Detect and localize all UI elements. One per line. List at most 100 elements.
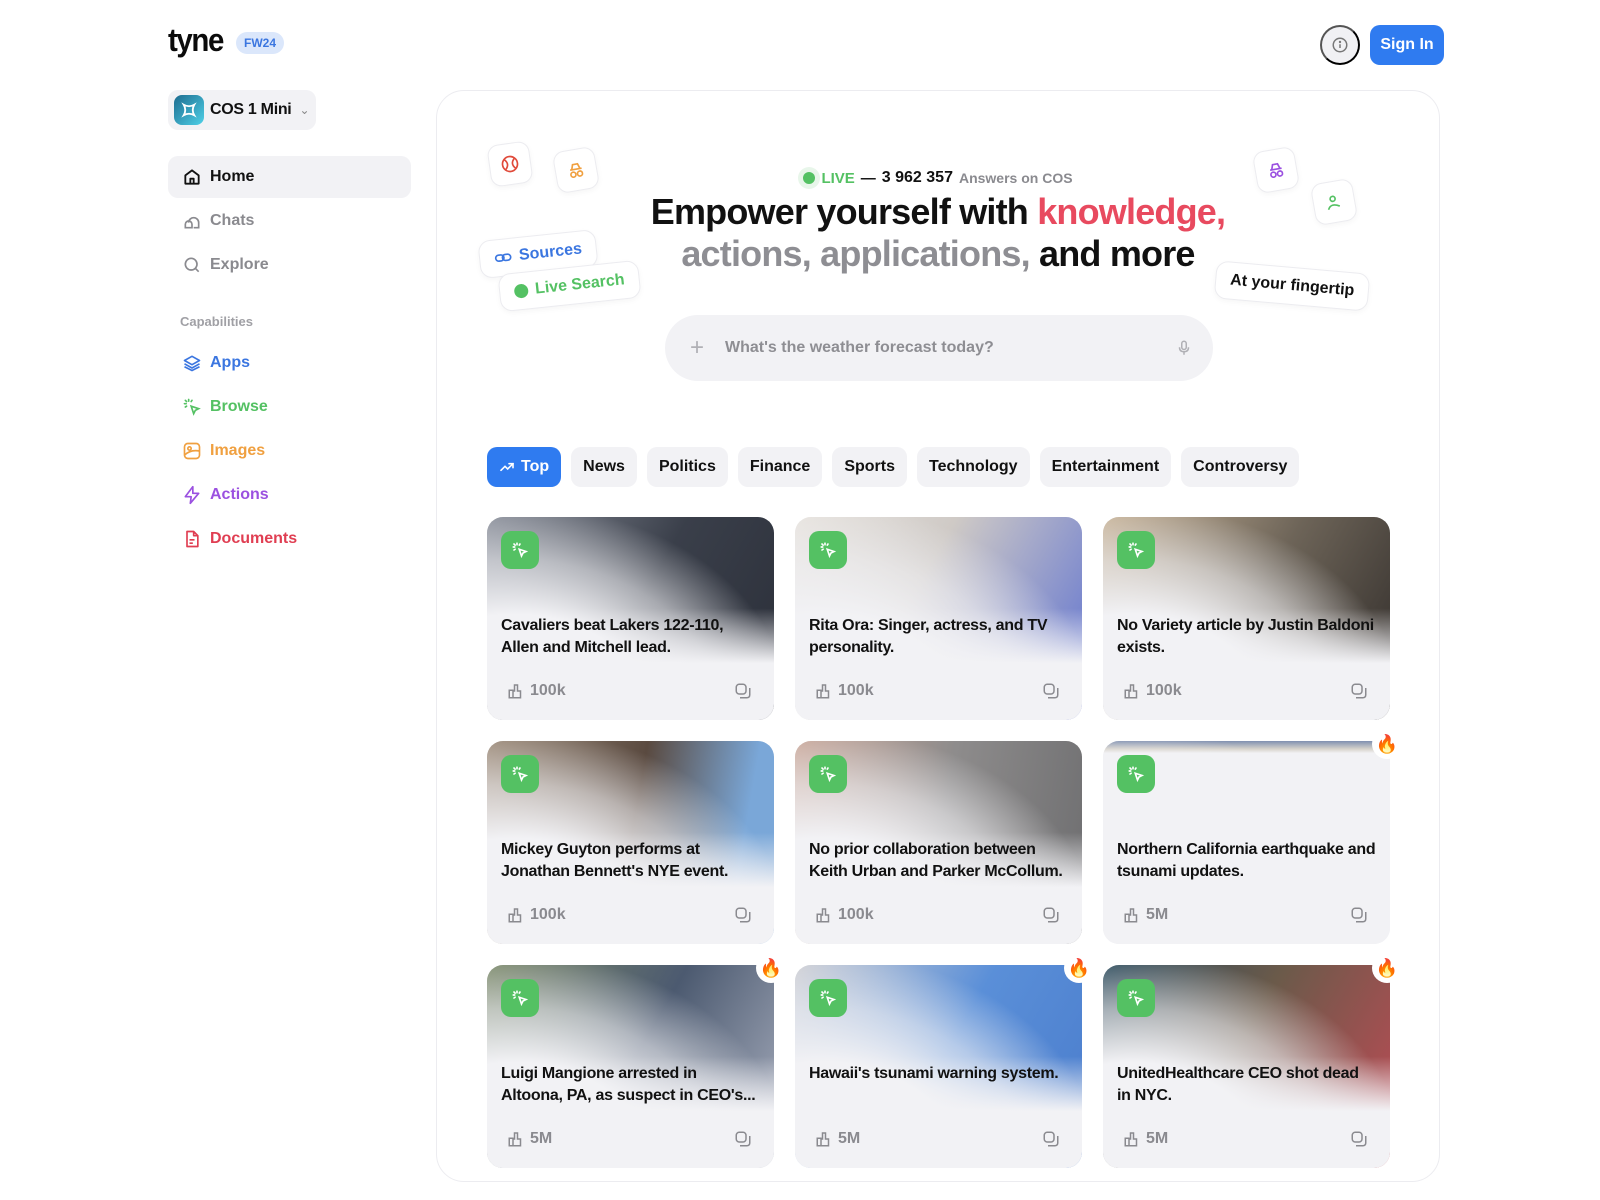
copy-icon[interactable] [1350,1130,1368,1148]
thumbs-up-icon [508,1132,522,1147]
cursor-click-icon [1128,766,1145,783]
version-badge: FW24 [236,32,285,54]
search-icon [184,257,200,273]
likes-count: 5M [838,1130,861,1147]
fire-icon: 🔥 [1372,729,1402,759]
info-icon [1332,37,1348,53]
browse-badge [809,531,847,569]
copy-icon[interactable] [734,906,752,924]
news-card[interactable]: UnitedHealthcare CEO shot dead in NYC. 5… [1103,953,1402,1168]
info-button[interactable] [1320,25,1360,65]
model-selector[interactable]: COS 1 Mini ⌄ [168,90,316,130]
microphone-icon[interactable] [1175,339,1193,357]
sidebar-item-explore[interactable]: Explore [168,244,411,286]
card-title: Luigi Mangione arrested in Altoona, PA, … [501,1065,756,1104]
like-button[interactable]: 100k [815,906,874,924]
tab-politics[interactable]: Politics [646,447,728,487]
like-button[interactable]: 100k [507,906,566,924]
card-title: Northern California earthquake and tsuna… [1117,841,1376,880]
cursor-click-icon [183,398,201,416]
cursor-click-icon [1128,542,1145,559]
news-card[interactable]: Rita Ora: Singer, actress, and TV person… [795,517,1082,720]
sidebar-item-label: Explore [210,256,269,273]
copy-icon[interactable] [1350,906,1368,924]
card-title: Cavaliers beat Lakers 122-110, Allen and… [501,617,724,656]
like-button[interactable]: 100k [507,682,566,700]
trending-up-icon [500,462,514,472]
plus-icon[interactable]: + [685,334,709,362]
live-dot-icon [803,172,816,184]
browse-badge [501,755,539,793]
like-button[interactable]: 5M [507,1130,552,1148]
sidebar-item-apps[interactable]: Apps [168,341,411,385]
tab-sports[interactable]: Sports [832,447,907,487]
live-dot-icon [513,283,529,299]
thumbs-up-icon [1124,684,1138,699]
thumbs-up-icon [508,684,522,699]
tab-news[interactable]: News [571,447,637,487]
news-card[interactable]: Mickey Guyton performs at Jonathan Benne… [487,741,774,944]
tab-top[interactable]: Top [487,447,562,487]
lightning-icon [184,485,200,505]
cursor-click-icon [1128,990,1145,1007]
copy-icon[interactable] [1042,1130,1060,1148]
tab-finance[interactable]: Finance [737,447,823,487]
search-input[interactable] [725,339,1159,357]
likes-count: 100k [1146,682,1182,699]
copy-icon[interactable] [734,1130,752,1148]
hero-headline: Empower yourself with knowledge, actions… [650,191,1226,274]
sidebar-item-browse[interactable]: Browse [168,385,411,429]
news-card[interactable]: Northern California earthquake and tsuna… [1103,729,1402,944]
news-card[interactable]: Hawaii's tsunami warning system. 5M 🔥 [795,953,1094,1168]
sidebar-item-label: Browse [210,398,268,415]
browse-badge [501,531,539,569]
sidebar-item-actions[interactable]: Actions [168,473,411,517]
copy-icon[interactable] [734,682,752,700]
sidebar-item-label: Chats [210,212,255,229]
tab-controversy[interactable]: Controversy [1181,447,1300,487]
like-button[interactable]: 5M [815,1130,860,1148]
sign-in-button[interactable]: Sign In [1370,25,1444,65]
news-card[interactable]: Cavaliers beat Lakers 122-110, Allen and… [487,517,774,720]
cursor-click-icon [512,990,529,1007]
document-icon [186,530,199,548]
copy-icon[interactable] [1350,682,1368,700]
like-button[interactable]: 5M [1123,906,1168,924]
sidebar-item-home[interactable]: Home [168,156,411,198]
copy-icon[interactable] [1042,682,1060,700]
sidebar-item-label: Home [210,168,255,185]
news-card[interactable]: No Variety article by Justin Baldoni exi… [1103,517,1390,720]
news-card[interactable]: No prior collaboration between Keith Urb… [795,741,1082,944]
thumbs-up-icon [816,908,830,923]
tab-technology[interactable]: Technology [916,447,1030,487]
news-card[interactable]: Luigi Mangione arrested in Altoona, PA, … [487,953,786,1168]
cursor-click-icon [820,542,837,559]
sidebar-nav: Home Chats Explore Capabilities Apps Bro… [168,156,411,561]
likes-count: 100k [838,682,874,699]
copy-icon[interactable] [1042,906,1060,924]
tab-entertainment[interactable]: Entertainment [1039,447,1172,487]
like-button[interactable]: 100k [1123,682,1182,700]
like-button[interactable]: 100k [815,682,874,700]
card-title: Hawaii's tsunami warning system. [809,1065,1059,1082]
card-title: Rita Ora: Singer, actress, and TV person… [809,617,1048,656]
logo[interactable]: tyne [168,22,224,59]
sidebar-item-chats[interactable]: Chats [168,200,411,242]
likes-count: 100k [530,906,566,923]
fire-icon: 🔥 [1372,953,1402,983]
card-title: No prior collaboration between Keith Urb… [809,841,1063,880]
chat-icon [184,216,200,229]
sidebar-item-documents[interactable]: Documents [168,517,411,561]
browse-badge [1117,979,1155,1017]
card-title: UnitedHealthcare CEO shot dead in NYC. [1117,1065,1359,1104]
sidebar-item-images[interactable]: Images [168,429,411,473]
like-button[interactable]: 5M [1123,1130,1168,1148]
cursor-click-icon [512,542,529,559]
browse-badge [809,755,847,793]
thumbs-up-icon [1124,908,1138,923]
sidebar-item-label: Actions [210,486,269,503]
answers-count: 3 962 357 [881,169,953,186]
cursor-click-icon [820,766,837,783]
category-tabs: Top News Politics Finance Sports Technol… [487,447,1300,487]
likes-count: 100k [838,906,874,923]
